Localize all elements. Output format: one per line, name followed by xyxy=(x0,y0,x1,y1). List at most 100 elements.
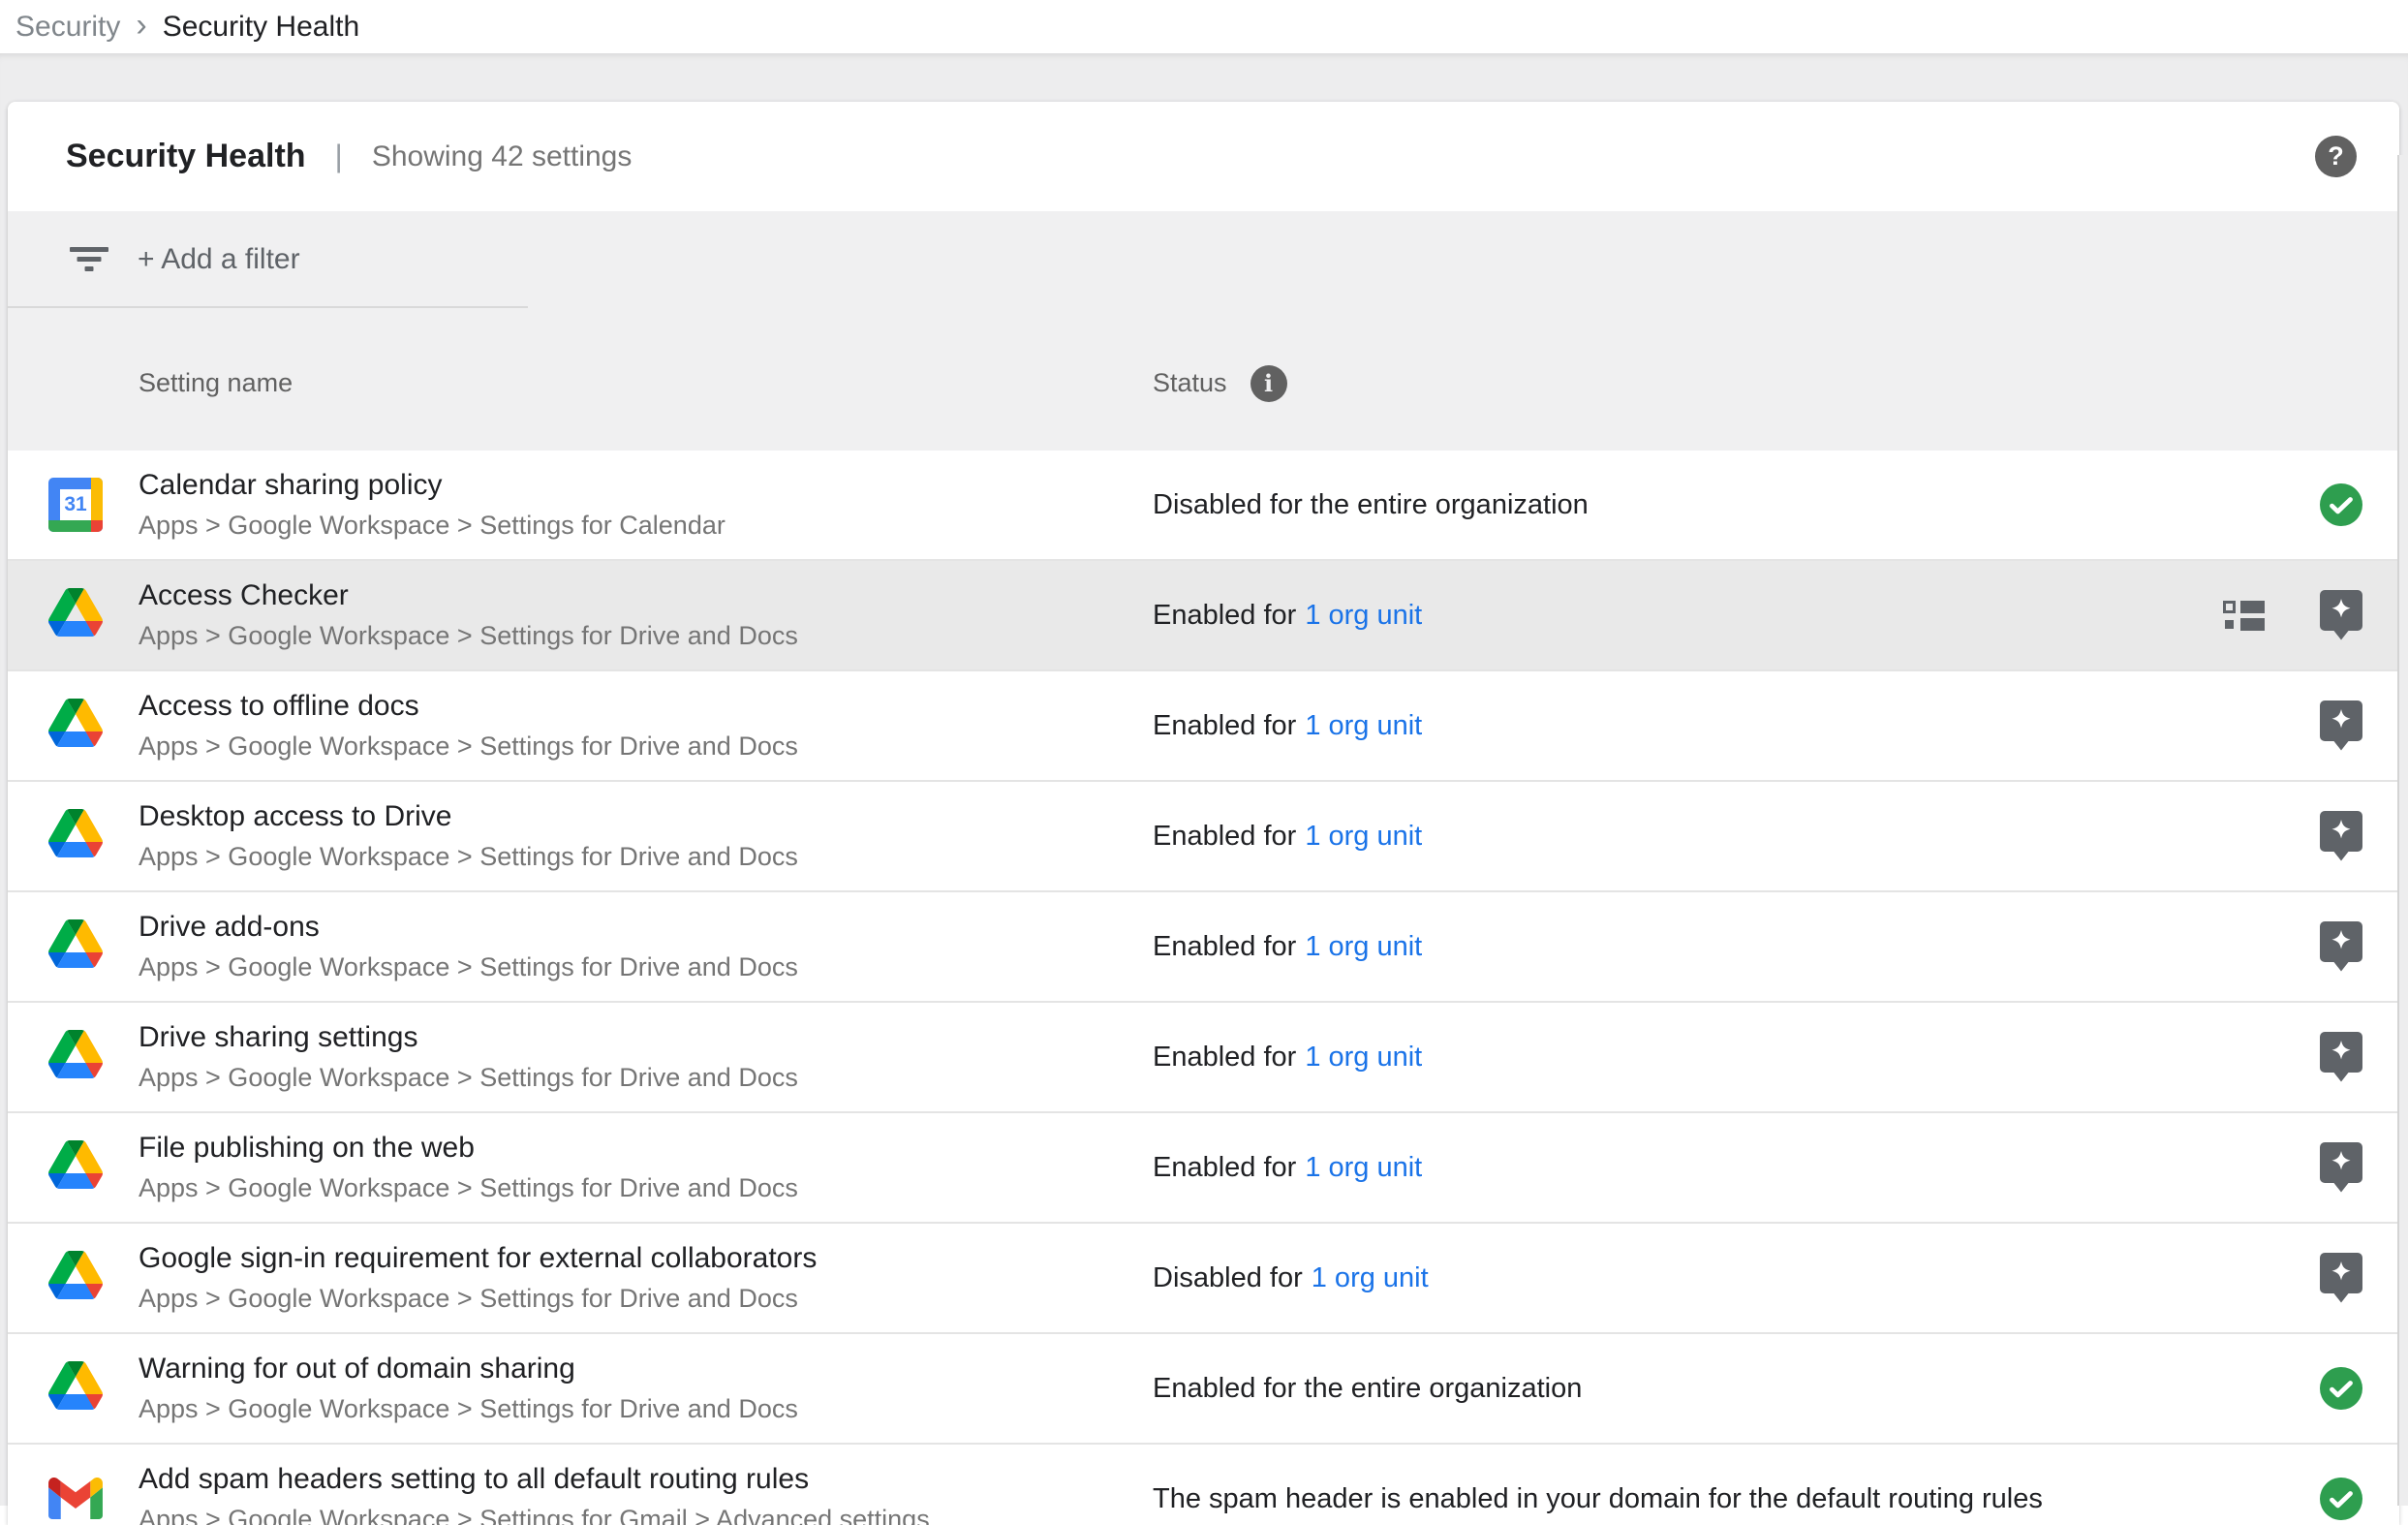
setting-path: Apps > Google Workspace > Settings for D… xyxy=(139,952,1153,982)
status-cell: Enabled for1 org unit xyxy=(1153,821,1422,853)
google-drive-icon xyxy=(48,809,103,863)
setting-path: Apps > Google Workspace > Settings for D… xyxy=(139,1394,1153,1424)
status-link[interactable]: 1 org unit xyxy=(1305,821,1422,852)
google-drive-icon xyxy=(48,1251,103,1305)
status-cell: Enabled for1 org unit xyxy=(1153,931,1422,963)
setting-path: Apps > Google Workspace > Settings for D… xyxy=(139,1063,1153,1093)
help-button[interactable]: ? xyxy=(2315,136,2357,177)
google-drive-icon xyxy=(48,1361,103,1416)
card-header: Security Health | Showing 42 settings ? xyxy=(8,102,2399,211)
google-calendar-icon: 31 xyxy=(48,478,103,532)
row-actions xyxy=(2320,1478,2362,1520)
setting-cell: Desktop access to Drive Apps > Google Wo… xyxy=(139,800,1153,873)
status-cell: The spam header is enabled in your domai… xyxy=(1153,1483,2043,1515)
table-row[interactable]: Access to offline docs Apps > Google Wor… xyxy=(8,671,2399,782)
table-row[interactable]: Drive sharing settings Apps > Google Wor… xyxy=(8,1003,2399,1113)
status-cell: Enabled for 1 org unit xyxy=(1153,600,1422,632)
recommendation-flag-icon[interactable] xyxy=(2320,590,2362,640)
setting-cell: Drive add-ons Apps > Google Workspace > … xyxy=(139,911,1153,983)
google-drive-icon xyxy=(48,1030,103,1084)
org-units-icon[interactable] xyxy=(2223,599,2266,632)
calendar-day-label: 31 xyxy=(60,489,91,520)
table-row[interactable]: Add spam headers setting to all default … xyxy=(8,1445,2399,1525)
recommendation-flag-icon[interactable] xyxy=(2320,1253,2362,1303)
setting-title: Drive sharing settings xyxy=(139,1021,1153,1055)
recommendation-flag-icon[interactable] xyxy=(2320,811,2362,861)
table-row[interactable]: Desktop access to Drive Apps > Google Wo… xyxy=(8,782,2399,892)
setting-title: Desktop access to Drive xyxy=(139,800,1153,834)
status-text: Enabled for xyxy=(1153,1152,1296,1183)
filter-icon xyxy=(70,247,108,272)
table-row[interactable]: Warning for out of domain sharing Apps >… xyxy=(8,1334,2399,1445)
table-header-row: Setting name Status i xyxy=(8,308,2399,451)
status-cell: Enabled for 1 org unit xyxy=(1153,1152,1422,1184)
breadcrumb-security-health: Security Health xyxy=(163,11,359,44)
status-text: The spam header is enabled in your domai… xyxy=(1153,1483,2043,1514)
status-cell: Disabled for 1 org unit xyxy=(1153,1262,1429,1294)
status-link[interactable]: 1 org unit xyxy=(1312,1262,1429,1293)
table-row[interactable]: Access Checker Apps > Google Workspace >… xyxy=(8,561,2399,671)
status-link[interactable]: 1 org unit xyxy=(1305,710,1422,741)
setting-path: Apps > Google Workspace > Settings for D… xyxy=(139,842,1153,872)
title-divider: | xyxy=(335,139,343,174)
setting-cell: Calendar sharing policy Apps > Google Wo… xyxy=(139,469,1153,542)
table-row[interactable]: Google sign-in requirement for external … xyxy=(8,1224,2399,1334)
row-actions xyxy=(2320,1253,2362,1303)
setting-cell: Access to offline docs Apps > Google Wor… xyxy=(139,690,1153,762)
status-link[interactable]: 1 org unit xyxy=(1305,1152,1422,1183)
recommendation-flag-icon[interactable] xyxy=(2320,1032,2362,1082)
filter-row: + Add a filter xyxy=(8,211,2399,308)
settings-table-body: 31 Calendar sharing policy Apps > Google… xyxy=(8,451,2399,1525)
row-actions xyxy=(2320,811,2362,861)
setting-cell: Add spam headers setting to all default … xyxy=(139,1463,1153,1525)
setting-title: Drive add-ons xyxy=(139,911,1153,945)
setting-title: Google sign-in requirement for external … xyxy=(139,1242,1153,1276)
status-cell: Enabled for1 org unit xyxy=(1153,1042,1422,1074)
breadcrumb-security[interactable]: Security xyxy=(15,11,120,44)
row-actions xyxy=(2320,483,2362,526)
status-text: Enabled for xyxy=(1153,600,1296,631)
setting-path: Apps > Google Workspace > Settings for D… xyxy=(139,1173,1153,1203)
security-health-card: Security Health | Showing 42 settings ? … xyxy=(8,102,2399,1525)
page-background: Security Health | Showing 42 settings ? … xyxy=(0,53,2408,1506)
setting-cell: Warning for out of domain sharing Apps >… xyxy=(139,1353,1153,1425)
status-link[interactable]: 1 org unit xyxy=(1305,600,1422,631)
table-row[interactable]: 31 Calendar sharing policy Apps > Google… xyxy=(8,451,2399,561)
setting-title: Warning for out of domain sharing xyxy=(139,1353,1153,1386)
status-text: Disabled for the entire organization xyxy=(1153,489,1589,520)
google-drive-icon xyxy=(48,1140,103,1195)
recommendation-flag-icon[interactable] xyxy=(2320,921,2362,972)
recommendation-flag-icon[interactable] xyxy=(2320,700,2362,751)
status-info-button[interactable]: i xyxy=(1250,365,1287,402)
setting-path: Apps > Google Workspace > Settings for D… xyxy=(139,1284,1153,1314)
status-ok-icon xyxy=(2320,1478,2362,1520)
row-actions xyxy=(2320,1142,2362,1193)
setting-path: Apps > Google Workspace > Settings for G… xyxy=(139,1505,1153,1525)
status-cell: Disabled for the entire organization xyxy=(1153,489,1589,521)
help-icon: ? xyxy=(2328,141,2344,171)
setting-title: Access Checker xyxy=(139,579,1153,613)
setting-path: Apps > Google Workspace > Settings for C… xyxy=(139,511,1153,541)
info-icon: i xyxy=(1264,369,1273,397)
column-status-label: Status xyxy=(1153,368,1227,398)
table-row[interactable]: Drive add-ons Apps > Google Workspace > … xyxy=(8,892,2399,1003)
status-link[interactable]: 1 org unit xyxy=(1305,1042,1422,1073)
status-ok-icon xyxy=(2320,1367,2362,1410)
status-link[interactable]: 1 org unit xyxy=(1305,931,1422,962)
setting-title: File publishing on the web xyxy=(139,1132,1153,1166)
add-filter-button[interactable]: + Add a filter xyxy=(70,243,300,276)
setting-path: Apps > Google Workspace > Settings for D… xyxy=(139,621,1153,651)
setting-title: Calendar sharing policy xyxy=(139,469,1153,503)
status-text: Disabled for xyxy=(1153,1262,1303,1293)
row-actions xyxy=(2223,590,2362,640)
setting-cell: File publishing on the web Apps > Google… xyxy=(139,1132,1153,1204)
table-row[interactable]: File publishing on the web Apps > Google… xyxy=(8,1113,2399,1224)
column-status: Status i xyxy=(1153,365,1287,402)
status-text: Enabled for xyxy=(1153,710,1296,741)
page-title: Security Health xyxy=(66,138,306,175)
status-cell: Enabled for the entire organization xyxy=(1153,1373,1582,1405)
card-right-edge xyxy=(2397,155,2408,1506)
recommendation-flag-icon[interactable] xyxy=(2320,1142,2362,1193)
google-drive-icon xyxy=(48,919,103,974)
status-cell: Enabled for 1 org unit xyxy=(1153,710,1422,742)
